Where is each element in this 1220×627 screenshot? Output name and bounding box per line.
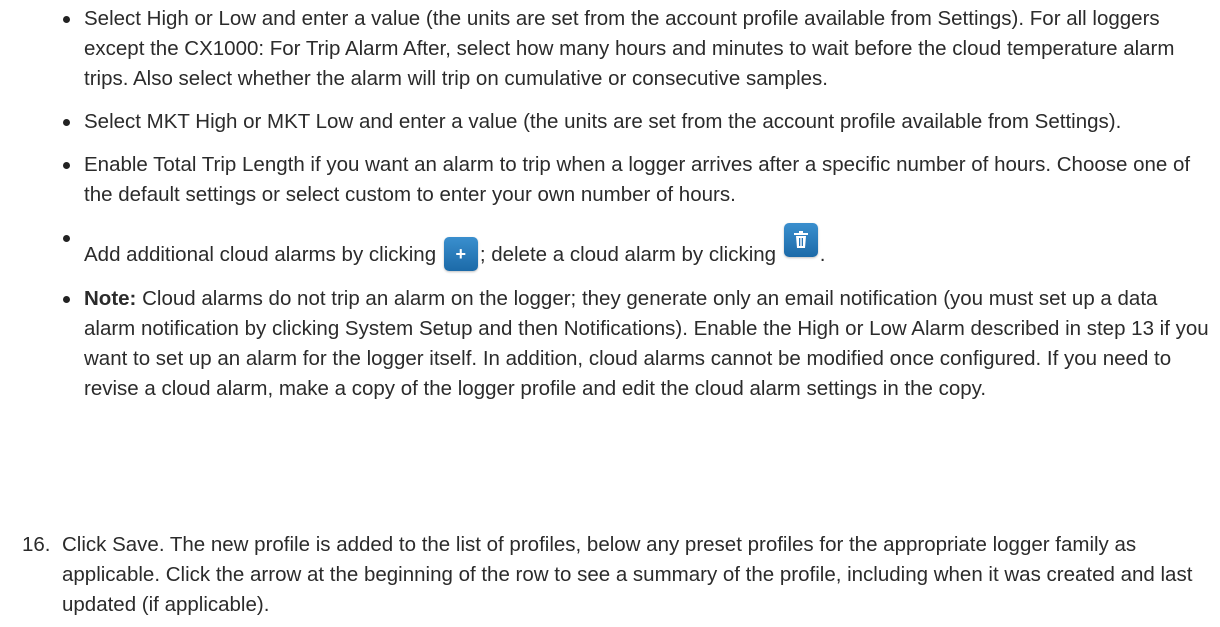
period-text: . <box>819 243 826 266</box>
note-text: Cloud alarms do not trip an alarm on the… <box>84 287 1209 400</box>
step-text: Click Save. The new profile is added to … <box>62 533 1193 616</box>
plus-icon: + <box>443 237 478 271</box>
note-label: Note: <box>84 287 137 310</box>
bullet-list: Select High or Low and enter a value (th… <box>62 4 1212 417</box>
bullet-high-low: Select High or Low and enter a value (th… <box>62 4 1212 94</box>
delete-alarm-text: ; delete a cloud alarm by clicking <box>479 243 777 266</box>
bullet-trip-length: Enable Total Trip Length if you want an … <box>62 150 1212 210</box>
bullet-mkt: Select MKT High or MKT Low and enter a v… <box>62 107 1212 137</box>
step-16: 16. Click Save. The new profile is added… <box>22 530 1202 620</box>
bullet-note: Note: Cloud alarms do not trip an alarm … <box>62 284 1212 404</box>
bullet-add-delete-alarms: Add additional cloud alarms by clicking … <box>62 223 1212 271</box>
step-number: 16. <box>22 533 51 556</box>
trash-icon <box>783 223 818 257</box>
add-alarm-text: Add additional cloud alarms by clicking <box>84 243 437 266</box>
document-page: Select High or Low and enter a value (th… <box>0 0 1220 627</box>
